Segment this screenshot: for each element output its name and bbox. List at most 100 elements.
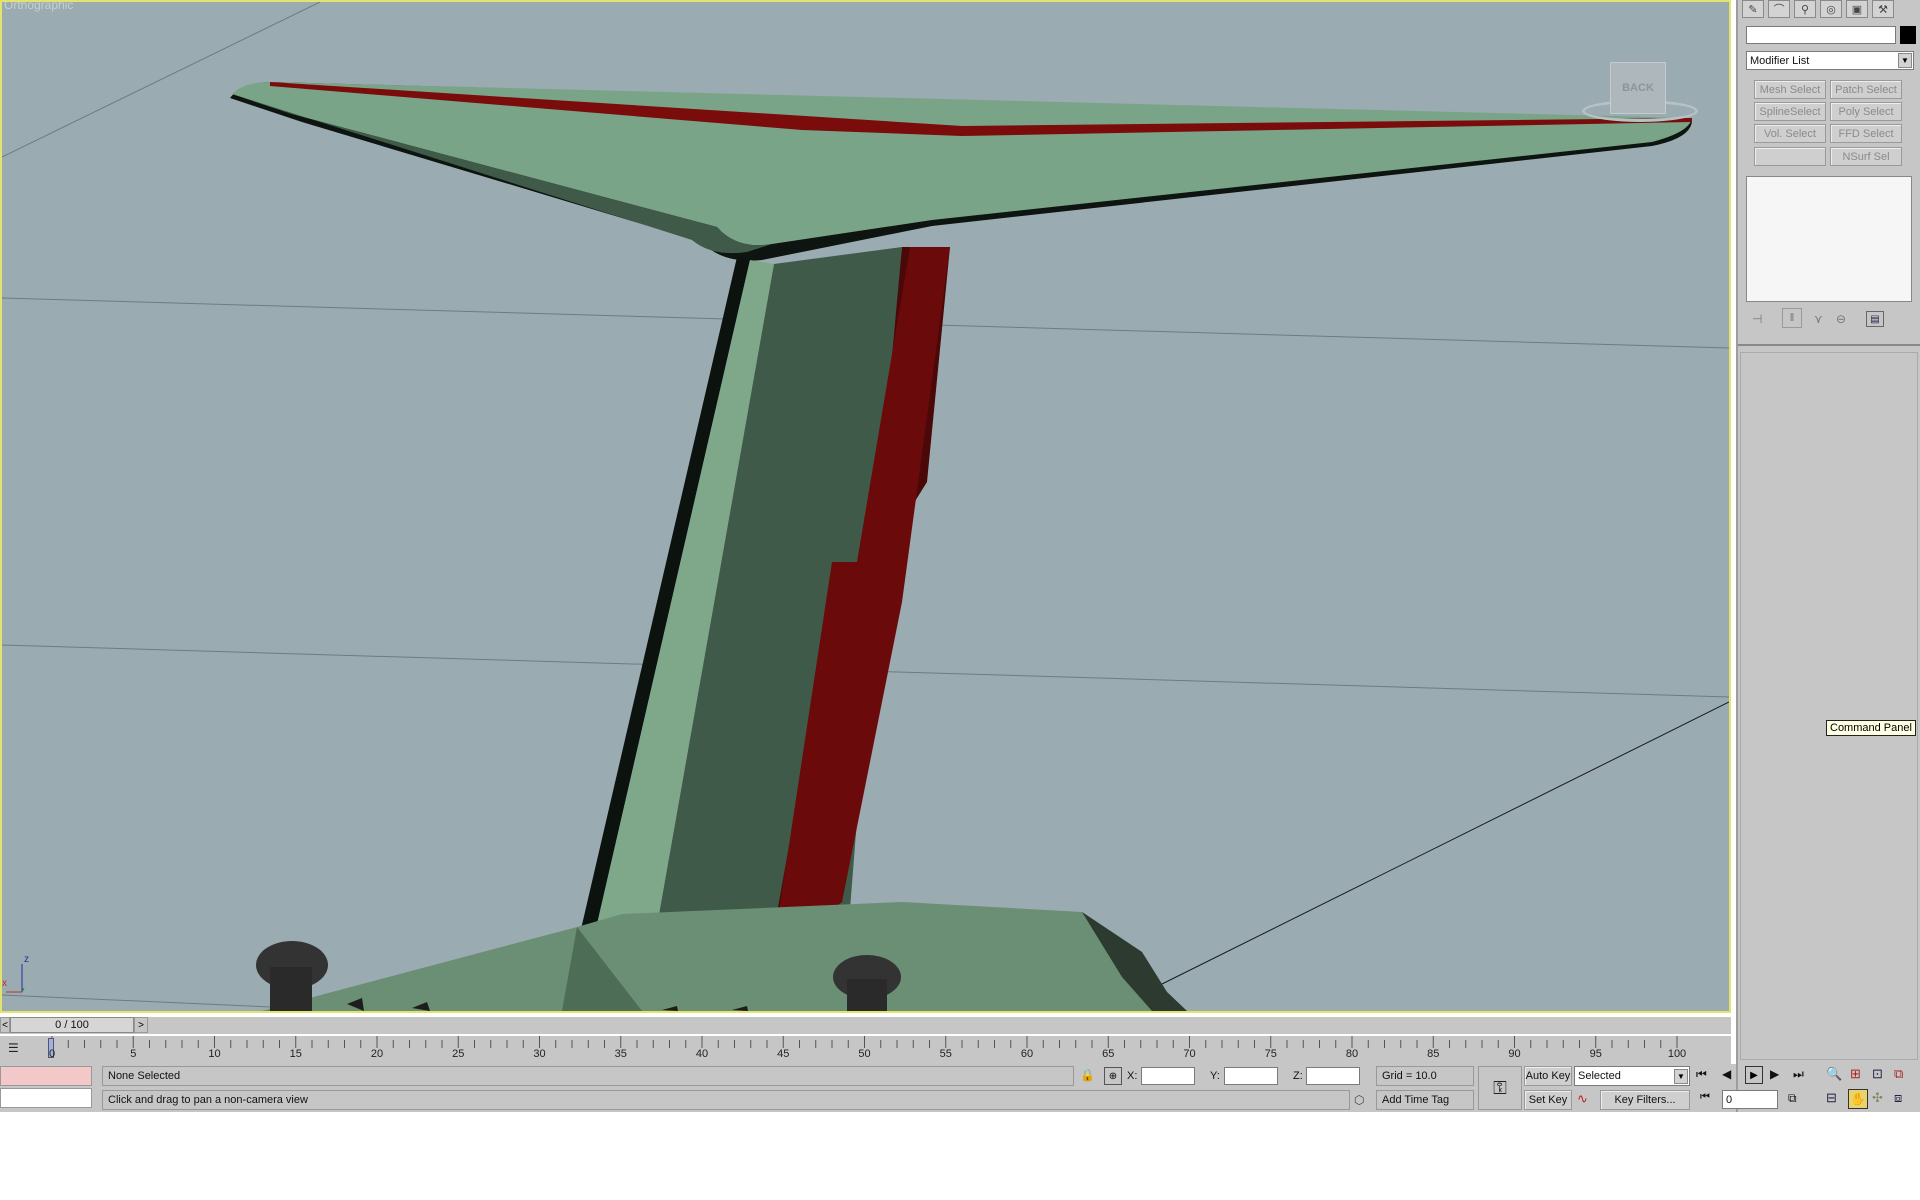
tick-label: 65 (1102, 1048, 1115, 1060)
prev-frame-arrow[interactable]: < (0, 1017, 10, 1033)
lock-icon[interactable]: 🔒 (1080, 1068, 1095, 1082)
vol-select-button[interactable]: Vol. Select (1754, 124, 1826, 143)
play-icon[interactable]: ▶ (1745, 1066, 1763, 1084)
maxscript-listener-pink[interactable] (0, 1066, 92, 1086)
zoom-extents-icon[interactable]: ⊡ (1872, 1066, 1883, 1082)
empty-modifier-button[interactable] (1754, 147, 1826, 166)
make-unique-icon[interactable]: ⋎ (1814, 312, 1823, 326)
tick-label: 95 (1589, 1048, 1602, 1060)
zoom-extents-all-icon[interactable]: ⧉ (1894, 1066, 1903, 1082)
absolute-mode-icon[interactable]: ⊕ (1104, 1067, 1122, 1085)
grid-display: Grid = 10.0 (1376, 1066, 1474, 1086)
tick-label: 10 (208, 1048, 221, 1060)
chevron-down-icon[interactable]: ▼ (1674, 1069, 1688, 1084)
field-of-view-icon[interactable]: ⊟ (1826, 1090, 1837, 1106)
maxscript-listener-white[interactable] (0, 1088, 92, 1108)
selection-status: None Selected (102, 1066, 1074, 1086)
frame-counter: 0 / 100 (55, 1019, 89, 1031)
key-tangent-icon[interactable]: ∿ (1577, 1091, 1588, 1107)
prompt-text: Click and drag to pan a non-camera view (108, 1094, 308, 1106)
key-filters-button[interactable]: Key Filters... (1600, 1090, 1690, 1110)
time-configuration-icon[interactable]: ⧉ (1788, 1091, 1797, 1106)
go-to-end-icon[interactable]: ⏭ (1793, 1067, 1804, 1082)
x-coordinate-field[interactable] (1141, 1067, 1195, 1085)
y-label: Y: (1210, 1070, 1220, 1082)
tick-label: 100 (1667, 1048, 1687, 1060)
remove-modifier-icon[interactable]: ⊖ (1836, 312, 1846, 326)
tick-label: 30 (533, 1048, 546, 1060)
tick-label: 20 (370, 1048, 384, 1060)
y-coordinate-field[interactable] (1224, 1067, 1278, 1085)
tick-label: 25 (452, 1048, 465, 1060)
chevron-down-icon[interactable]: ▼ (1898, 53, 1912, 68)
x-label: X: (1127, 1070, 1138, 1082)
tick-label: 90 (1508, 1048, 1521, 1060)
selection-status-text: None Selected (108, 1070, 181, 1082)
viewcube[interactable]: BACK (1580, 60, 1700, 130)
motion-icon[interactable]: ◎ (1820, 0, 1842, 18)
display-icon[interactable]: ▣ (1846, 0, 1868, 18)
ffd-select-button[interactable]: FFD Select (1830, 124, 1902, 143)
mesh-select-button[interactable]: Mesh Select (1754, 80, 1826, 99)
key-mode-value: Selected (1578, 1070, 1621, 1082)
tick-label: 80 (1345, 1048, 1359, 1060)
key-mode-toggle-icon[interactable]: ⏮ (1700, 1091, 1710, 1104)
tick-label: 5 (130, 1048, 137, 1060)
set-key-button[interactable]: Set Key (1524, 1090, 1572, 1110)
modifier-list-dropdown[interactable]: Modifier List ▼ (1746, 51, 1914, 70)
rollout-area (1740, 352, 1918, 1060)
z-label: Z: (1293, 1070, 1303, 1082)
zoom-all-icon[interactable]: ⊞ (1850, 1066, 1861, 1082)
panel-divider (1738, 344, 1920, 346)
tick-label: 50 (858, 1048, 871, 1060)
set-key-key-icon[interactable]: ⚿ (1478, 1066, 1522, 1110)
configure-modifier-sets-icon[interactable]: ▤ (1866, 311, 1884, 327)
tick-label: 75 (1264, 1048, 1277, 1060)
z-axis-label: z (24, 954, 29, 965)
create-icon[interactable]: ✎ (1742, 0, 1764, 18)
current-frame-field[interactable]: 0 (1722, 1090, 1778, 1109)
orbit-icon[interactable]: ✣ (1872, 1090, 1883, 1106)
nsurf-sel-button[interactable]: NSurf Sel (1830, 147, 1902, 166)
poly-select-button[interactable]: Poly Select (1830, 102, 1902, 121)
zoom-icon[interactable]: 🔍 (1826, 1066, 1842, 1082)
tick-label: 85 (1427, 1048, 1440, 1060)
key-mode-dropdown[interactable]: Selected ▼ (1574, 1066, 1690, 1086)
time-slider[interactable]: < 0 / 100 > (0, 1017, 1731, 1034)
utilities-icon[interactable]: ⚒ (1872, 0, 1894, 18)
command-panel: ✎ ⌒ ⚲ ◎ ▣ ⚒ Modifier List ▼ Mesh Select … (1736, 0, 1920, 1112)
spline-select-button[interactable]: SplineSelect (1754, 102, 1826, 121)
modifier-list-label: Modifier List (1750, 54, 1810, 67)
object-name-field[interactable] (1746, 26, 1896, 44)
previous-frame-icon[interactable]: ◀ (1722, 1067, 1731, 1081)
hierarchy-icon[interactable]: ⚲ (1794, 0, 1816, 18)
pan-view-hand-icon[interactable]: ✋ (1848, 1089, 1868, 1109)
viewcube-back-face[interactable]: BACK (1610, 62, 1666, 114)
patch-select-button[interactable]: Patch Select (1830, 80, 1902, 99)
tick-label: 55 (939, 1048, 952, 1060)
time-tag-icon[interactable]: ⬡ (1354, 1093, 1364, 1107)
x-axis-label: x (2, 978, 7, 989)
perspective-viewport[interactable]: Orthographic z x BACK (0, 0, 1731, 1013)
go-to-start-icon[interactable]: ⏮ (1696, 1067, 1707, 1082)
time-slider-thumb[interactable]: 0 / 100 (10, 1017, 134, 1033)
grid-text: Grid = 10.0 (1382, 1070, 1437, 1082)
command-panel-tooltip: Command Panel (1826, 720, 1916, 736)
add-time-tag-button[interactable]: Add Time Tag (1376, 1090, 1474, 1110)
tick-label: 45 (777, 1048, 790, 1060)
tick-label: 60 (1020, 1048, 1034, 1060)
show-end-result-icon[interactable]: ‖ (1782, 308, 1802, 328)
tick-label: 40 (695, 1048, 709, 1060)
object-color-swatch[interactable] (1900, 26, 1916, 44)
next-frame-icon[interactable]: ▶ (1770, 1067, 1779, 1081)
pin-stack-icon[interactable]: ⊣ (1752, 312, 1762, 326)
add-time-tag-label: Add Time Tag (1382, 1094, 1450, 1106)
tick-label: 15 (289, 1048, 302, 1060)
next-frame-arrow[interactable]: > (134, 1017, 148, 1033)
auto-key-button[interactable]: Auto Key (1524, 1066, 1572, 1086)
modifier-stack-list[interactable] (1746, 176, 1912, 302)
modify-icon[interactable]: ⌒ (1768, 0, 1790, 18)
tick-label: 35 (614, 1048, 627, 1060)
z-coordinate-field[interactable] (1306, 1067, 1360, 1085)
maximize-viewport-icon[interactable]: ⧈ (1894, 1090, 1902, 1106)
